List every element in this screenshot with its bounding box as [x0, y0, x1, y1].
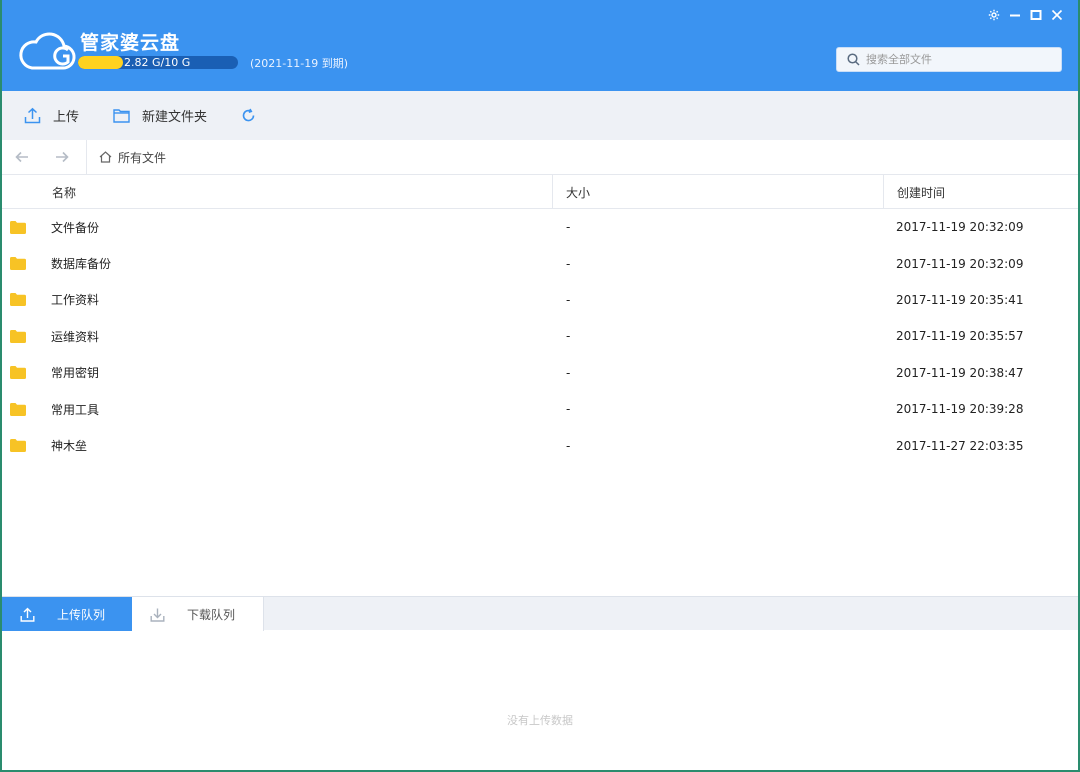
app-title: 管家婆云盘 [80, 32, 181, 54]
forward-button[interactable] [42, 140, 82, 174]
app-window: 管家婆云盘 2.82 G/10 G (2021-11-19 到期) 搜索全部文件… [2, 0, 1078, 770]
file-name: 运维资料 [51, 329, 100, 344]
new-folder-button[interactable]: 新建文件夹 [113, 106, 207, 125]
file-name: 神木垒 [51, 439, 88, 454]
storage-quota-fill [78, 56, 124, 69]
storage-quota-bar: 2.82 G/10 G [78, 56, 238, 69]
upload-icon [20, 607, 35, 622]
folder-icon [10, 293, 26, 307]
new-folder-icon [113, 109, 130, 123]
breadcrumb[interactable]: 所有文件 [99, 149, 166, 166]
window-controls [986, 7, 1064, 23]
tab-upload-queue[interactable]: 上传队列 [2, 597, 132, 631]
file-created-time: 2017-11-19 20:39:28 [896, 402, 1024, 417]
close-icon[interactable] [1049, 7, 1064, 23]
folder-icon [10, 257, 26, 271]
arrow-right-icon [56, 151, 69, 163]
search-box[interactable] [836, 47, 1062, 72]
table-row[interactable]: 运维资料 - 2017-11-19 20:35:57 [2, 318, 1078, 354]
table-row[interactable]: 常用工具 - 2017-11-19 20:39:28 [2, 391, 1078, 427]
download-icon [150, 608, 165, 622]
file-name: 常用密钥 [51, 366, 100, 381]
file-created-time: 2017-11-19 20:32:09 [896, 256, 1024, 271]
storage-quota-text: 2.82 G/10 G [124, 56, 191, 69]
download-queue-label: 下载队列 [187, 607, 236, 622]
upload-queue-label: 上传队列 [57, 607, 106, 622]
file-list: 文件备份 - 2017-11-19 20:32:09 数据库备份 - 2017-… [2, 209, 1078, 464]
nav-divider [86, 140, 87, 174]
folder-icon [10, 220, 26, 234]
expiry-date-text: (2021-11-19 到期) [250, 57, 349, 70]
table-row[interactable]: 常用密钥 - 2017-11-19 20:38:47 [2, 355, 1078, 391]
file-size: - [566, 256, 571, 271]
folder-icon [10, 329, 26, 343]
folder-icon [10, 439, 26, 453]
file-size: - [566, 402, 571, 417]
transfer-queue-tabs: 上传队列 下载队列 [2, 596, 1078, 631]
search-input[interactable] [866, 53, 1056, 66]
upload-button[interactable]: 上传 [24, 106, 79, 125]
column-header-name[interactable]: 名称 [2, 175, 553, 209]
new-folder-label: 新建文件夹 [142, 110, 208, 125]
upload-icon [24, 107, 41, 124]
queue-empty-message: 没有上传数据 [507, 714, 573, 727]
file-size: - [566, 438, 571, 453]
cloud-logo-icon [19, 32, 76, 70]
refresh-button[interactable] [241, 108, 268, 123]
file-created-time: 2017-11-19 20:35:57 [896, 329, 1024, 344]
minimize-icon[interactable] [1007, 7, 1022, 23]
file-size: - [566, 329, 571, 344]
file-table-header: 名称 大小 创建时间 [2, 175, 1078, 209]
file-name: 数据库备份 [51, 257, 112, 272]
file-name: 常用工具 [51, 402, 100, 417]
file-size: - [566, 365, 571, 380]
folder-icon [10, 366, 26, 380]
upload-label: 上传 [53, 110, 80, 125]
navigation-bar: 所有文件 [2, 140, 1078, 175]
file-name: 工作资料 [51, 293, 100, 308]
tab-download-queue[interactable]: 下载队列 [132, 597, 264, 631]
file-name: 文件备份 [51, 220, 100, 235]
home-icon [99, 151, 112, 163]
folder-icon [10, 402, 26, 416]
arrow-left-icon [15, 151, 28, 163]
breadcrumb-label: 所有文件 [118, 150, 167, 165]
file-size: - [566, 220, 571, 235]
back-button[interactable] [2, 140, 42, 174]
toolbar: 上传 新建文件夹 [2, 91, 1078, 140]
app-header: 管家婆云盘 2.82 G/10 G (2021-11-19 到期) [2, 0, 1078, 91]
table-row[interactable]: 数据库备份 - 2017-11-19 20:32:09 [2, 245, 1078, 281]
gear-icon[interactable] [986, 7, 1001, 23]
file-created-time: 2017-11-19 20:38:47 [896, 365, 1024, 380]
file-created-time: 2017-11-19 20:32:09 [896, 220, 1024, 235]
file-created-time: 2017-11-19 20:35:41 [896, 292, 1024, 307]
file-created-time: 2017-11-27 22:03:35 [896, 438, 1024, 453]
column-header-size[interactable]: 大小 [553, 175, 884, 209]
table-row[interactable]: 工作资料 - 2017-11-19 20:35:41 [2, 282, 1078, 318]
column-header-created[interactable]: 创建时间 [884, 175, 945, 209]
table-row[interactable]: 神木垒 - 2017-11-27 22:03:35 [2, 427, 1078, 463]
search-icon [847, 53, 860, 66]
file-size: - [566, 292, 571, 307]
table-row[interactable]: 文件备份 - 2017-11-19 20:32:09 [2, 209, 1078, 245]
refresh-icon [242, 108, 255, 122]
maximize-icon[interactable] [1028, 7, 1043, 23]
